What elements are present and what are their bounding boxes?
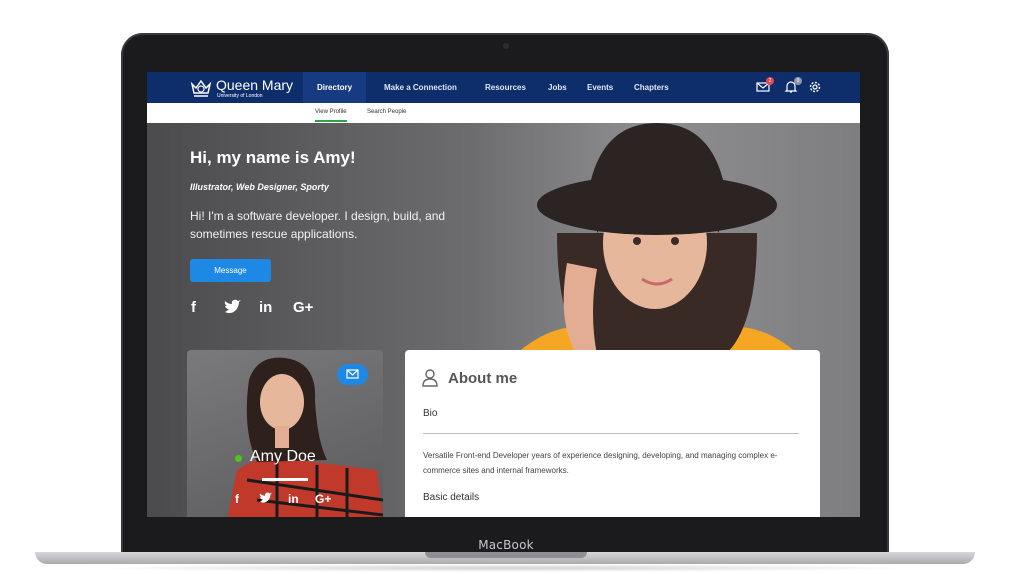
tab-view-profile[interactable]: View Profile	[315, 103, 347, 122]
twitter-icon[interactable]	[259, 492, 273, 507]
basic-details-label: Basic details	[423, 492, 480, 503]
nav-item-chapters[interactable]: Chapters	[634, 72, 669, 103]
crown-logo-icon	[190, 79, 212, 97]
profile-hero: Hi, my name is Amy! Illustrator, Web Des…	[147, 123, 860, 517]
online-status-dot	[235, 455, 242, 462]
profile-card: Amy Doe f in G+	[187, 350, 383, 517]
google-plus-icon[interactable]: G+	[293, 299, 313, 317]
profile-card-mail-button[interactable]	[337, 364, 368, 385]
about-title: About me	[448, 370, 518, 387]
google-plus-icon[interactable]: G+	[315, 492, 331, 506]
facebook-icon[interactable]: f	[191, 299, 196, 317]
device-label: MacBook	[478, 538, 534, 552]
laptop-base-notch	[425, 552, 587, 558]
hero-intro: Hi! I'm a software developer. I design, …	[190, 209, 446, 241]
mail-icon	[346, 369, 359, 379]
hero-title: Hi, my name is Amy!	[190, 148, 356, 167]
brand-subtitle: University of London	[217, 93, 263, 99]
top-nav: Queen Mary University of London Director…	[147, 72, 860, 103]
user-icon	[422, 369, 438, 387]
sub-nav: View Profile Search People	[147, 103, 860, 124]
twitter-bird-icon	[224, 299, 241, 314]
bio-text: Versatile Front-end Developer years of e…	[423, 451, 778, 475]
settings-button[interactable]	[808, 80, 822, 94]
laptop-screen: Queen Mary University of London Director…	[147, 72, 860, 517]
linkedin-icon[interactable]: in	[259, 299, 272, 317]
laptop-shadow	[80, 564, 930, 572]
nav-item-directory[interactable]: Directory	[303, 72, 366, 103]
tab-search-people[interactable]: Search People	[367, 103, 406, 122]
nav-item-resources[interactable]: Resources	[485, 72, 526, 103]
camera	[503, 43, 509, 49]
notifications-button[interactable]: 0	[784, 77, 802, 94]
brand-name: Queen Mary	[216, 77, 294, 93]
twitter-icon[interactable]	[224, 299, 242, 317]
nav-item-make-connection[interactable]: Make a Connection	[384, 72, 457, 103]
about-card: About me Bio Versatile Front-end Develop…	[405, 350, 820, 517]
bio-label: Bio	[423, 408, 438, 419]
nav-item-events[interactable]: Events	[587, 72, 613, 103]
linkedin-icon[interactable]: in	[288, 492, 299, 506]
mail-badge: 2	[766, 77, 774, 85]
twitter-bird-icon	[259, 492, 272, 503]
gear-icon	[809, 81, 821, 93]
hero-tagline: Illustrator, Web Designer, Sporty	[190, 182, 329, 192]
bio-divider	[423, 433, 799, 434]
message-button[interactable]: Message	[190, 259, 271, 282]
nav-item-jobs[interactable]: Jobs	[548, 72, 567, 103]
facebook-icon[interactable]: f	[235, 492, 239, 506]
bell-badge: 0	[794, 77, 802, 85]
mail-button[interactable]: 2	[756, 77, 774, 94]
profile-card-divider	[262, 478, 308, 481]
profile-card-name: Amy Doe	[250, 448, 316, 465]
